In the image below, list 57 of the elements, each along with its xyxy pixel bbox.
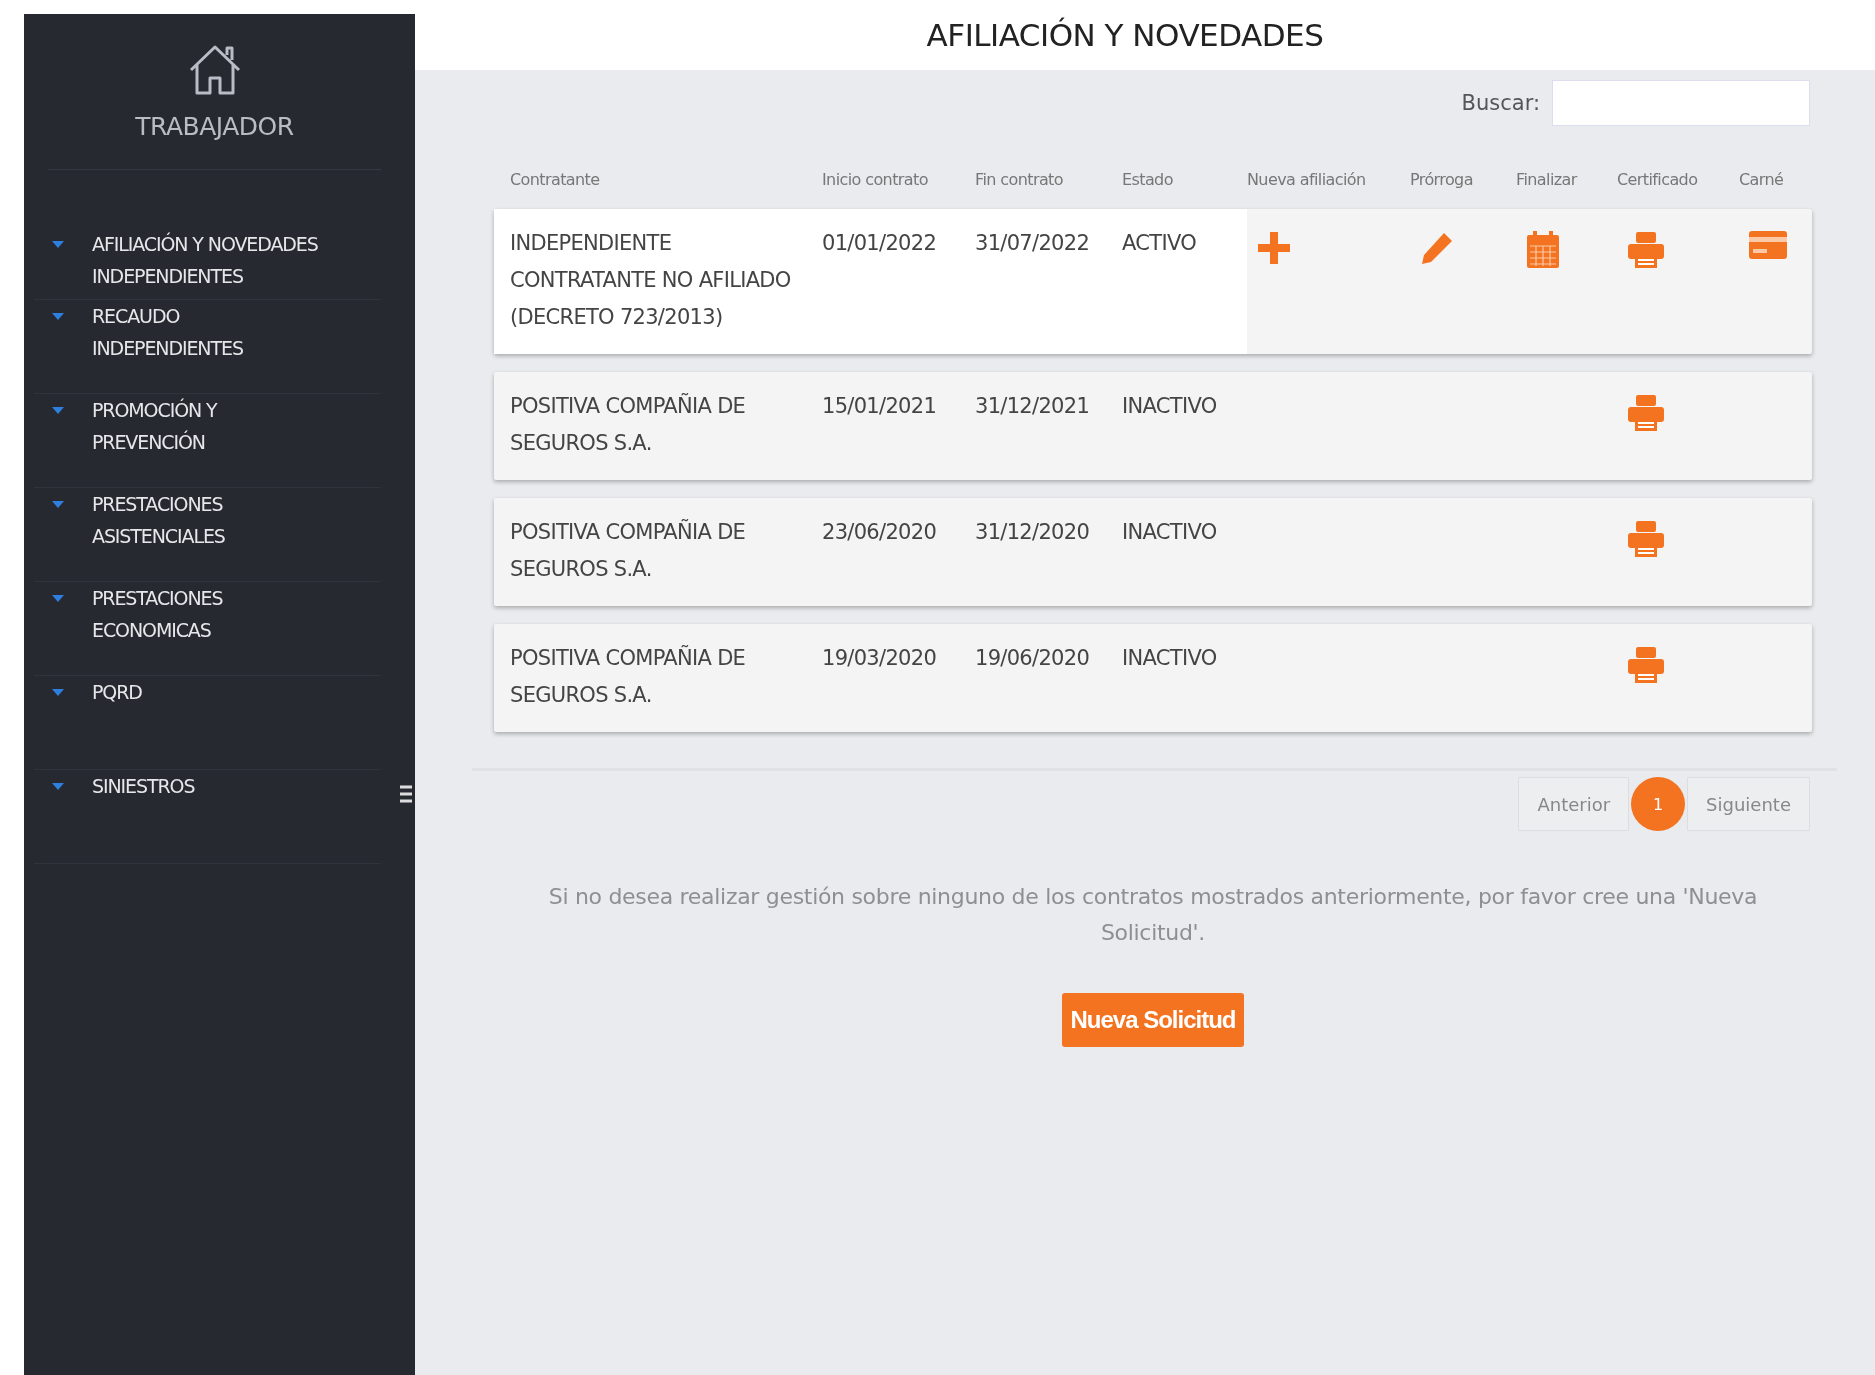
table-cell: 31/12/2021 — [975, 394, 1090, 418]
table-cell: 01/01/2022 — [822, 231, 937, 255]
search-label: Buscar: — [1461, 91, 1540, 115]
pencil-icon[interactable] — [1420, 231, 1454, 265]
printer-icon[interactable] — [1627, 231, 1665, 269]
table-cell: ACTIVO — [1122, 231, 1196, 255]
column-header[interactable]: Carné — [1739, 170, 1784, 189]
notice-text: Si no desea realizar gestión sobre ninguno de los contratos mostrados anteriormente, por favor cree una 'Nueva Solicitud'. — [547, 883, 1759, 947]
table-cell: INACTIVO — [1122, 646, 1217, 670]
column-header[interactable]: Inicio contrato — [822, 170, 928, 189]
column-header[interactable]: Certificado — [1617, 170, 1698, 189]
caret-icon — [52, 407, 64, 414]
card-icon[interactable] — [1749, 231, 1787, 259]
menu-item[interactable]: RECAUDO INDEPENDIENTES — [34, 300, 381, 394]
previous-button[interactable]: Anterior — [1518, 777, 1630, 831]
column-header[interactable]: Fin contrato — [975, 170, 1063, 189]
table-cell: INDEPENDIENTE CONTRATANTE NO AFILIADO (DECRETO 723/2013) — [510, 231, 791, 329]
menu-item[interactable]: AFILIACIÓN Y NOVEDADES INDEPENDIENTES — [34, 228, 381, 300]
column-header[interactable]: Nueva afiliación — [1247, 170, 1366, 189]
page-button[interactable]: 1 — [1631, 777, 1686, 831]
table-cell: 31/07/2022 — [975, 231, 1090, 255]
table-cell: POSITIVA COMPAÑIA DE SEGUROS S.A. — [510, 646, 746, 707]
table-cell: POSITIVA COMPAÑIA DE SEGUROS S.A. — [510, 394, 746, 455]
menu-item[interactable]: PQRD — [34, 676, 381, 770]
table-cell: 23/06/2020 — [822, 520, 937, 544]
menu-item[interactable]: PROMOCIÓN Y PREVENCIÓN — [34, 394, 381, 488]
calendar-icon[interactable] — [1526, 231, 1560, 269]
table-cell: 15/01/2021 — [822, 394, 937, 418]
column-header[interactable]: Estado — [1122, 170, 1173, 189]
column-header[interactable]: Contratante — [510, 170, 600, 189]
caret-icon — [52, 783, 64, 790]
printer-icon[interactable] — [1627, 520, 1665, 558]
caret-icon — [52, 595, 64, 602]
column-header[interactable]: Finalizar — [1516, 170, 1577, 189]
caret-icon — [52, 241, 64, 248]
column-header[interactable]: Prórroga — [1410, 170, 1473, 189]
caret-icon — [52, 689, 64, 696]
table-cell: POSITIVA COMPAÑIA DE SEGUROS S.A. — [510, 520, 746, 581]
search-field[interactable] — [1552, 80, 1810, 126]
menu-icon[interactable] — [399, 784, 413, 804]
printer-icon[interactable] — [1627, 646, 1665, 684]
page-title: AFILIACIÓN Y NOVEDADES — [926, 17, 1324, 53]
menu-item[interactable]: PRESTACIONES ECONOMICAS — [34, 582, 381, 676]
table-cell: INACTIVO — [1122, 520, 1217, 544]
caret-icon — [52, 501, 64, 508]
caret-icon — [52, 313, 64, 320]
new-request-button[interactable]: Nueva Solicitud — [1062, 993, 1244, 1047]
table-cell: 19/03/2020 — [822, 646, 937, 670]
table-cell: 19/06/2020 — [975, 646, 1090, 670]
menu-item[interactable]: PRESTACIONES ASISTENCIALES — [34, 488, 381, 582]
table-cell: 31/12/2020 — [975, 520, 1090, 544]
printer-icon[interactable] — [1627, 394, 1665, 432]
plus-icon[interactable] — [1257, 231, 1291, 265]
menu-item[interactable]: SINIESTROS — [34, 770, 381, 864]
next-button[interactable]: Siguiente — [1687, 777, 1810, 831]
sidebar-title: TRABAJADOR — [135, 112, 294, 141]
table-cell: INACTIVO — [1122, 394, 1217, 418]
